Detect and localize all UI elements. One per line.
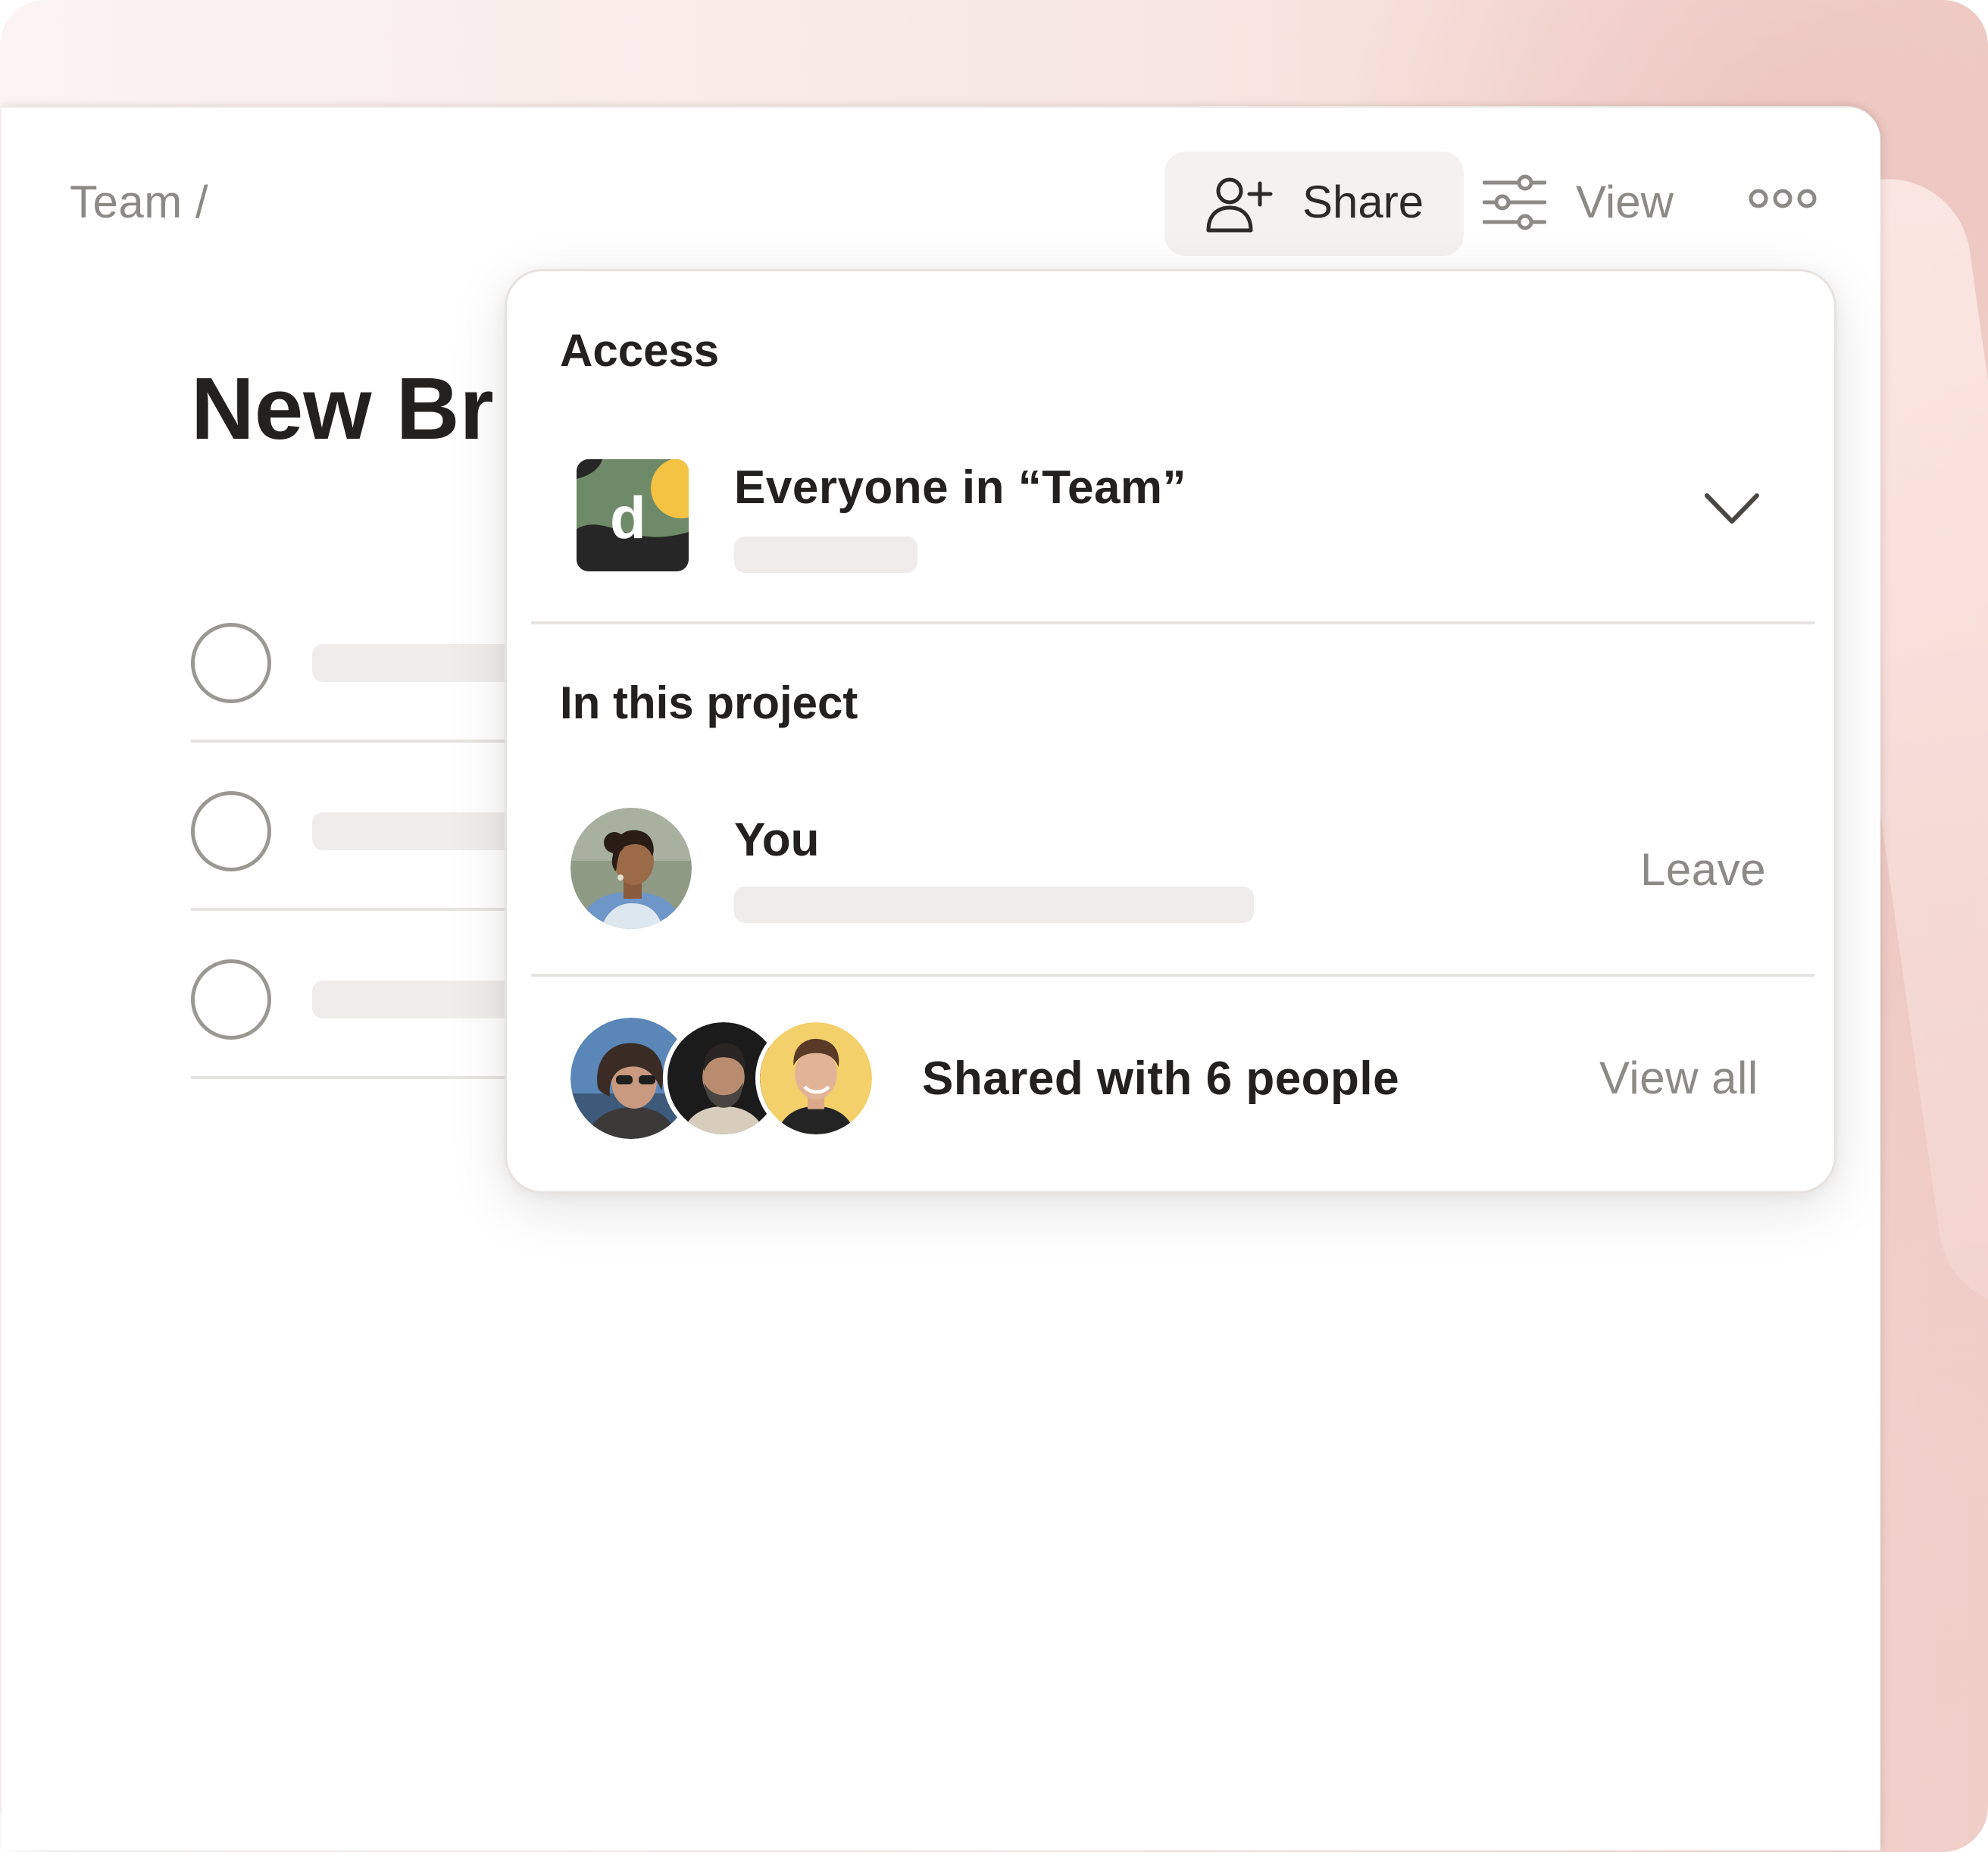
task-row[interactable] — [191, 908, 539, 1079]
divider — [531, 974, 1815, 977]
project-members-heading: In this project — [560, 677, 858, 728]
svg-text:d: d — [610, 484, 646, 551]
chevron-down-icon[interactable] — [1704, 491, 1760, 526]
share-button[interactable]: Share — [1164, 152, 1464, 256]
more-options-icon[interactable] — [1748, 183, 1818, 214]
view-button-label: View — [1576, 177, 1674, 227]
user-avatar — [570, 808, 692, 929]
divider — [531, 621, 1815, 624]
team-access-name: Everyone in “Team” — [734, 461, 1187, 514]
task-row[interactable] — [191, 571, 539, 743]
page-title[interactable]: New Br — [191, 358, 494, 459]
leave-button[interactable]: Leave — [1640, 843, 1766, 896]
view-all-button[interactable]: View all — [1599, 1052, 1758, 1104]
task-checkbox[interactable] — [191, 791, 271, 871]
shared-count-label: Shared with 6 people — [922, 1053, 1400, 1105]
breadcrumb[interactable]: Team / — [70, 176, 208, 228]
task-checkbox[interactable] — [191, 959, 271, 1040]
access-heading: Access — [560, 325, 720, 376]
team-logo: d — [577, 459, 689, 571]
share-button-label: Share — [1302, 177, 1424, 227]
settings-sliders-icon — [1483, 174, 1546, 230]
shared-member-avatar — [755, 1018, 877, 1139]
task-row[interactable] — [191, 740, 539, 911]
team-access-role-placeholder — [734, 537, 917, 573]
current-user-email-placeholder — [734, 887, 1254, 923]
share-popover: Access d Everyone in “Team” In this proj… — [505, 269, 1836, 1193]
view-button[interactable]: View — [1483, 172, 1695, 240]
task-checkbox[interactable] — [191, 623, 271, 703]
add-person-icon — [1206, 177, 1273, 233]
current-user-name: You — [734, 814, 820, 866]
